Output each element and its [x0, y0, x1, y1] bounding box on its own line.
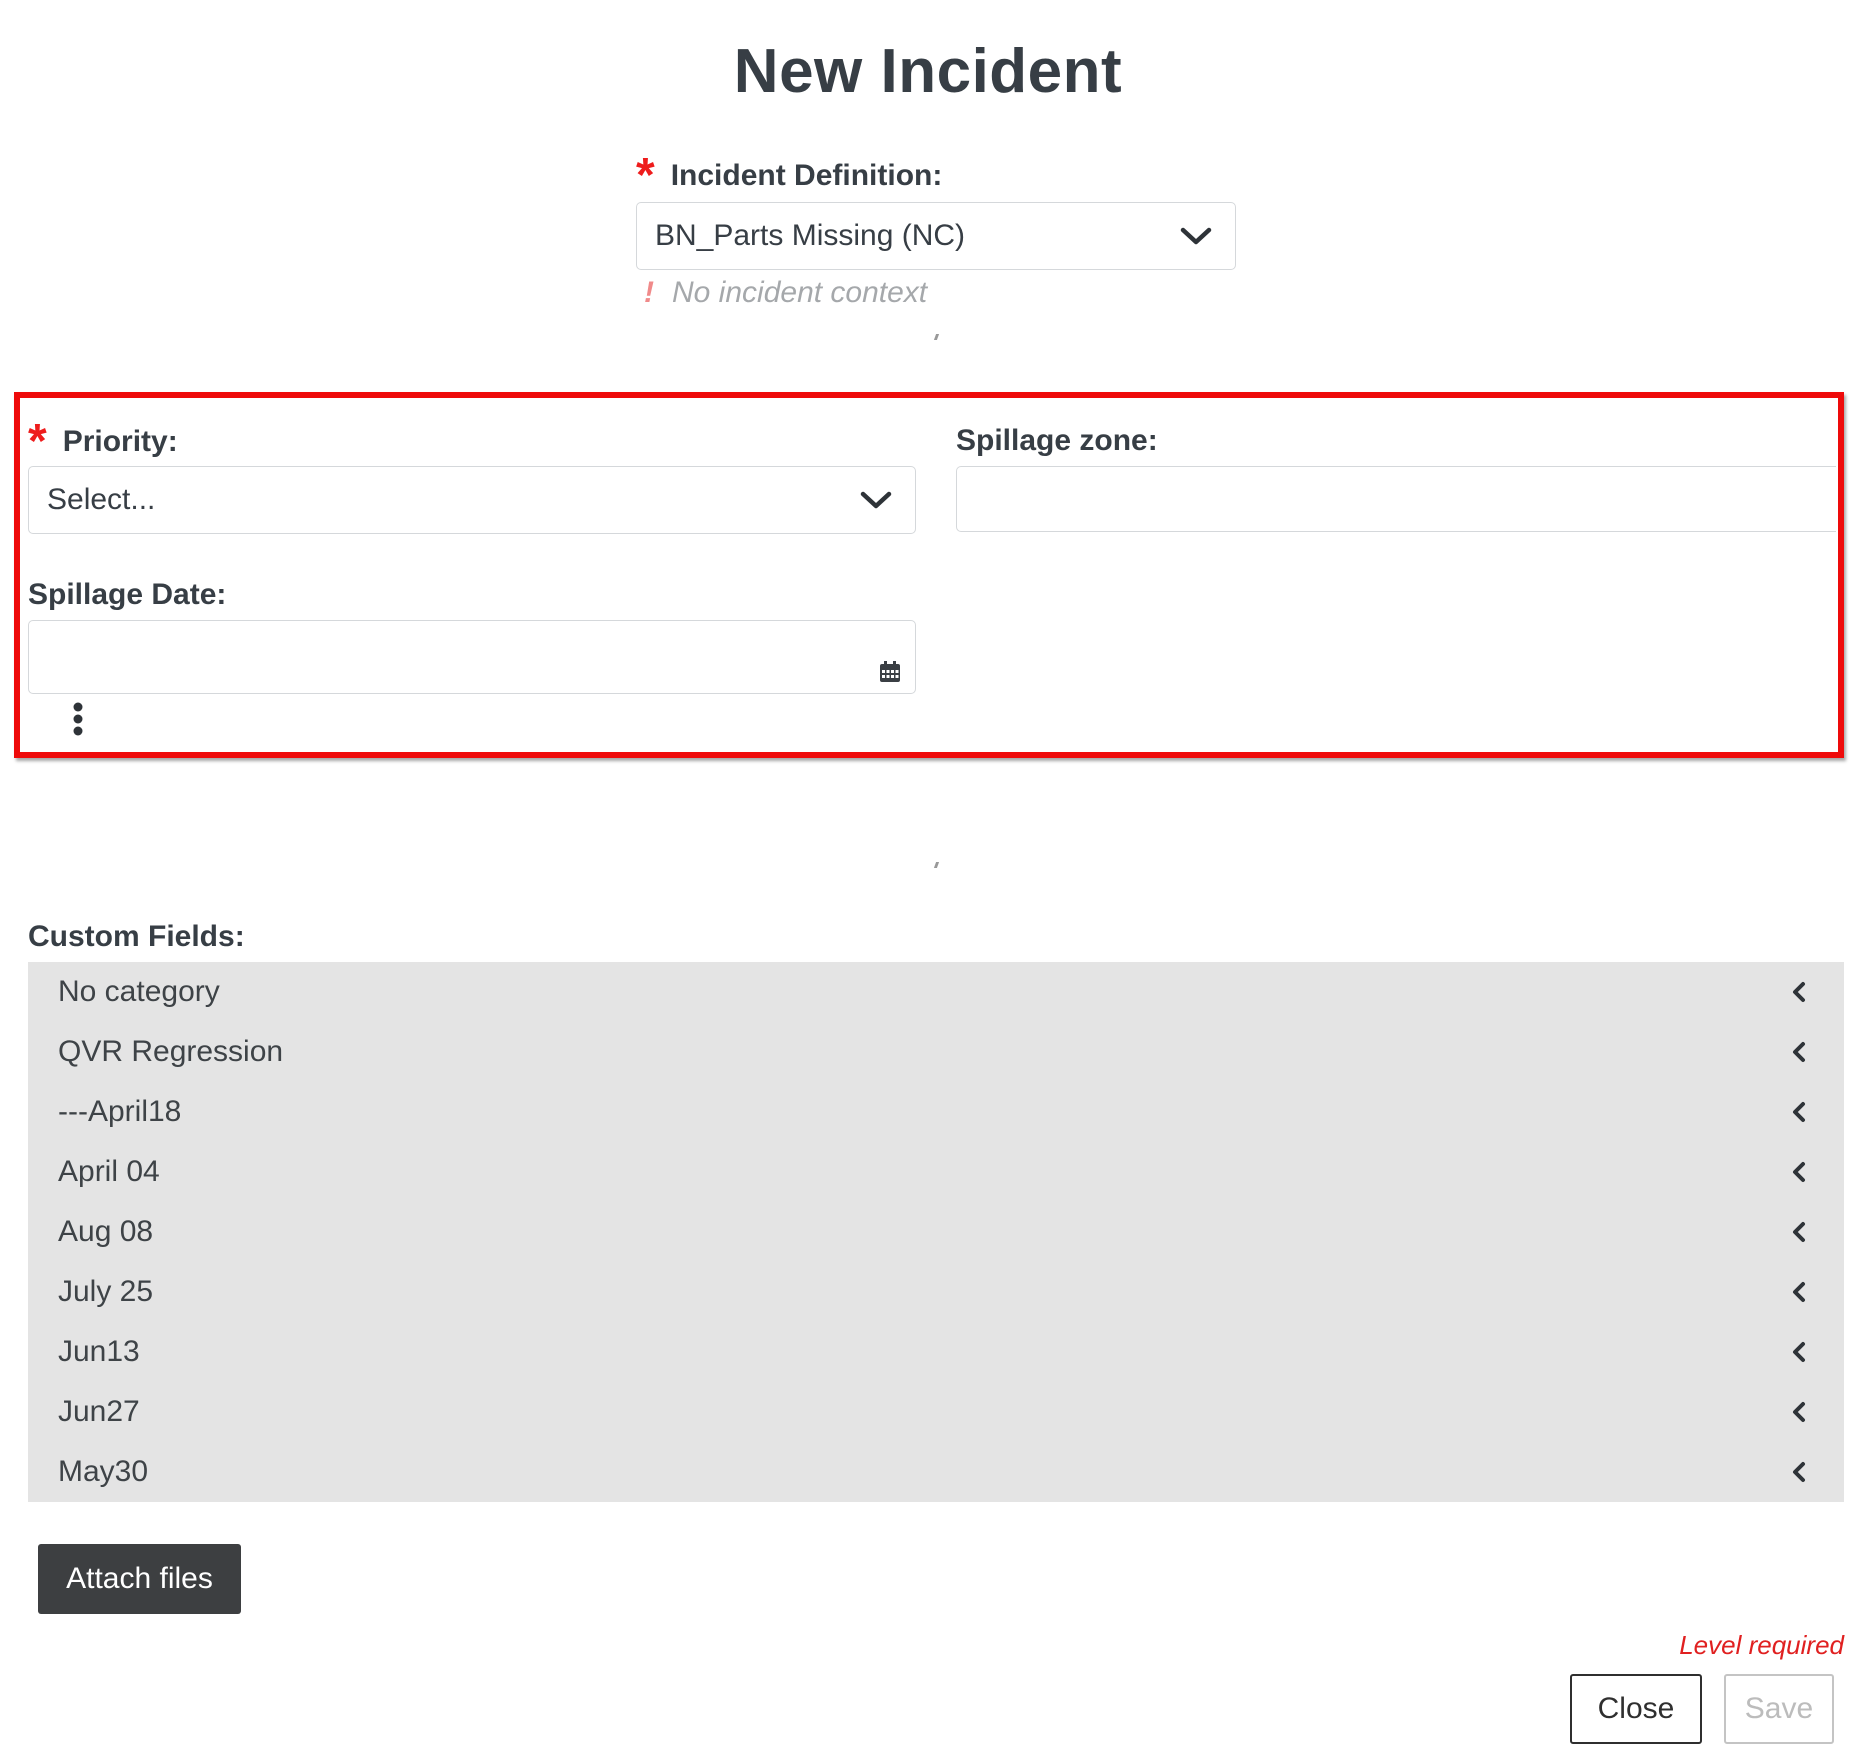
priority-value: Select... [47, 483, 156, 516]
custom-field-category[interactable]: Jun27 [28, 1382, 1844, 1442]
priority-label: * Priority: [28, 415, 178, 468]
chevron-left-icon[interactable] [1792, 1221, 1806, 1243]
warning-icon: ! [644, 276, 654, 309]
kebab-menu-icon[interactable] [72, 702, 84, 736]
highlight-frame [14, 392, 1844, 758]
priority-label-text: Priority: [62, 425, 178, 458]
page-title: New Incident [733, 37, 1123, 106]
level-required-message: Level required [1679, 1630, 1844, 1660]
custom-field-category[interactable]: Jun13 [28, 1322, 1844, 1382]
custom-field-category[interactable]: ---April18 [28, 1082, 1844, 1142]
spillage-date-label: Spillage Date: [28, 578, 227, 611]
required-asterisk: * [636, 149, 655, 202]
custom-field-category[interactable]: July 25 [28, 1262, 1844, 1322]
chevron-left-icon[interactable] [1792, 1281, 1806, 1303]
incident-definition-label-text: Incident Definition: [670, 159, 943, 192]
required-asterisk: * [28, 415, 47, 468]
close-button[interactable]: Close [1570, 1674, 1702, 1744]
category-label: ---April18 [58, 1095, 182, 1128]
chevron-left-icon[interactable] [1792, 1161, 1806, 1183]
chevron-down-icon[interactable] [1179, 225, 1213, 247]
incident-definition-label: * Incident Definition: [636, 149, 943, 202]
chevron-left-icon[interactable] [1792, 1461, 1806, 1483]
custom-field-category[interactable]: May30 [28, 1442, 1844, 1502]
chevron-left-icon[interactable] [1792, 981, 1806, 1003]
category-label: May30 [58, 1455, 149, 1488]
custom-fields-label: Custom Fields: [28, 920, 245, 953]
incident-definition-value: BN_Parts Missing (NC) [655, 219, 966, 252]
save-button[interactable]: Save [1724, 1674, 1834, 1744]
category-label: QVR Regression [58, 1035, 284, 1068]
chevron-left-icon[interactable] [1792, 1341, 1806, 1363]
chevron-down-icon[interactable] [859, 489, 893, 511]
custom-field-category[interactable]: QVR Regression [28, 1022, 1844, 1082]
custom-field-category[interactable]: April 04 [28, 1142, 1844, 1202]
category-label: Jun13 [58, 1335, 140, 1368]
category-label: July 25 [58, 1275, 154, 1308]
divider-tick [933, 334, 940, 340]
incident-context-warning: ! No incident context [644, 276, 927, 310]
chevron-left-icon[interactable] [1792, 1101, 1806, 1123]
category-label: No category [58, 975, 220, 1008]
category-label: Aug 08 [58, 1215, 154, 1248]
custom-field-category[interactable]: No category [28, 962, 1844, 1022]
category-label: Jun27 [58, 1395, 140, 1428]
warning-text: No incident context [672, 276, 928, 309]
custom-fields-panel: No category QVR Regression ---April18 Ap… [28, 962, 1844, 1502]
priority-select[interactable]: Select... [28, 466, 916, 534]
chevron-left-icon[interactable] [1792, 1041, 1806, 1063]
spillage-date-input[interactable] [28, 620, 916, 694]
divider-tick [933, 862, 940, 868]
incident-definition-select[interactable]: BN_Parts Missing (NC) [636, 202, 1236, 270]
spillage-zone-label: Spillage zone: [956, 424, 1158, 457]
attach-files-button[interactable]: Attach files [38, 1544, 241, 1614]
custom-field-category[interactable]: Aug 08 [28, 1202, 1844, 1262]
chevron-left-icon[interactable] [1792, 1401, 1806, 1423]
calendar-icon[interactable] [879, 661, 901, 683]
category-label: April 04 [58, 1155, 160, 1188]
spillage-zone-input[interactable] [956, 466, 1836, 532]
